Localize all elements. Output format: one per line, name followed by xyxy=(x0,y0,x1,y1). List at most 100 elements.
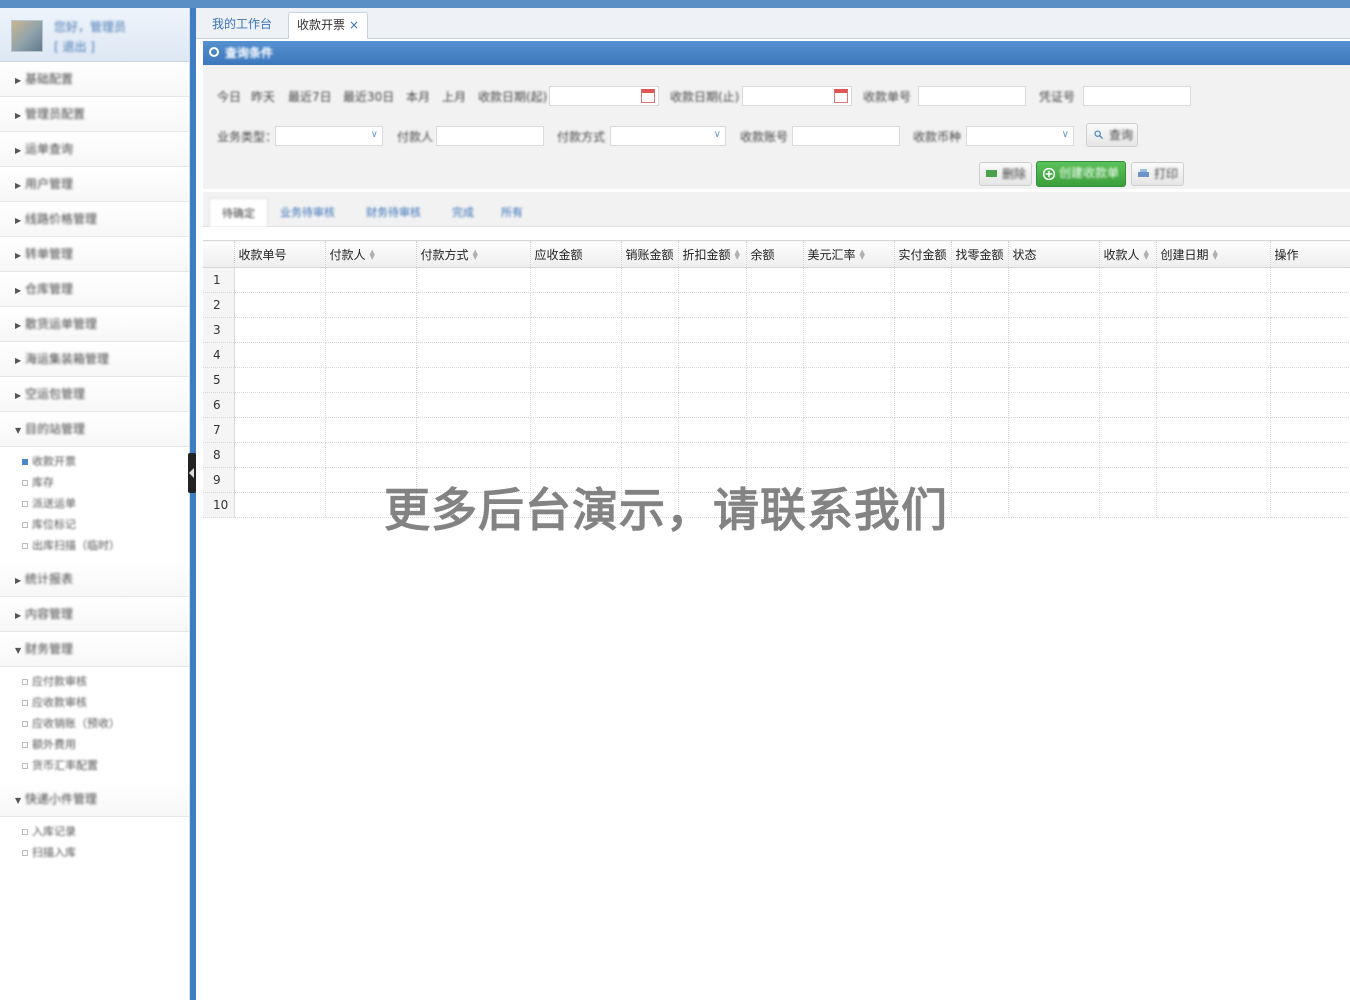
sidebar-item-4[interactable]: ▶ 线路价格管理 xyxy=(0,202,189,237)
table-cell xyxy=(803,317,895,343)
sidebar-subitem[interactable]: 出库扫描（临时） xyxy=(0,535,189,556)
payer-input[interactable] xyxy=(436,126,544,146)
table-row[interactable]: 5 xyxy=(203,367,1350,393)
sidebar-item-7[interactable]: ▶ 散货运单管理 xyxy=(0,307,189,342)
column-header[interactable]: 收款人 ▲ ▼ xyxy=(1099,240,1157,268)
tab-business-review[interactable]: 业务待审核 xyxy=(280,198,335,227)
quick-date-yesterday[interactable]: 昨天 xyxy=(251,88,275,105)
table-cell xyxy=(325,292,417,318)
table-cell xyxy=(1270,392,1350,418)
voucher-input[interactable] xyxy=(1083,86,1191,106)
delete-button[interactable]: 删除 xyxy=(979,162,1032,186)
business-type-select[interactable] xyxy=(275,126,383,146)
sort-icon[interactable]: ▲ ▼ xyxy=(473,249,478,261)
quick-date-today[interactable]: 今日 xyxy=(217,88,241,105)
column-header[interactable]: 美元汇率 ▲ ▼ xyxy=(803,240,895,268)
sidebar-subitem[interactable]: 应付款审核 xyxy=(0,671,189,692)
create-receipt-button[interactable]: 创建收款单 xyxy=(1036,161,1126,187)
print-button[interactable]: 打印 xyxy=(1131,162,1184,186)
sidebar-subitem[interactable]: 入库记录 xyxy=(0,821,189,842)
table-cell xyxy=(678,442,747,468)
quick-date-7days[interactable]: 最近7日 xyxy=(288,88,332,105)
table-row[interactable]: 6 xyxy=(203,392,1350,418)
logout-link[interactable]: [ 退出 ] xyxy=(54,38,95,55)
sidebar-item-13[interactable]: ▼ 财务管理 xyxy=(0,632,189,667)
close-icon[interactable]: × xyxy=(349,18,359,32)
row-number: 1 xyxy=(203,267,235,293)
table-cell xyxy=(746,442,804,468)
tab-workbench[interactable]: 我的工作台 xyxy=(204,12,280,39)
sort-icon[interactable]: ▲ ▼ xyxy=(370,249,375,261)
table-row[interactable]: 7 xyxy=(203,417,1350,443)
table-cell xyxy=(1270,467,1350,493)
row-number: 6 xyxy=(203,392,235,418)
tab-receipt-invoice-label: 收款开票 xyxy=(297,18,346,32)
quick-date-30days[interactable]: 最近30日 xyxy=(343,88,394,105)
sidebar-subitem[interactable]: 库存 xyxy=(0,472,189,493)
tab-finance-review[interactable]: 财务待审核 xyxy=(366,198,421,227)
sort-icon[interactable]: ▲ ▼ xyxy=(860,249,865,261)
currency-select[interactable] xyxy=(966,126,1074,146)
quick-date-last-month[interactable]: 上月 xyxy=(442,88,466,105)
column-header[interactable]: 创建日期 ▲ ▼ xyxy=(1156,240,1271,268)
sidebar-item-12[interactable]: ▶ 内容管理 xyxy=(0,597,189,632)
table-row[interactable]: 1 xyxy=(203,267,1350,293)
table-cell xyxy=(416,317,531,343)
sidebar-subitem[interactable]: 派送运单 xyxy=(0,493,189,514)
tab-completed[interactable]: 完成 xyxy=(452,198,474,227)
sidebar-item-0[interactable]: ▶ 基础配置 xyxy=(0,62,189,97)
sidebar-item-label: 散货运单管理 xyxy=(25,317,98,331)
column-header[interactable]: 折扣金额 ▲ ▼ xyxy=(678,240,747,268)
sidebar-subitem[interactable]: 应收款审核 xyxy=(0,692,189,713)
table-row[interactable]: 2 xyxy=(203,292,1350,318)
column-header[interactable]: 付款人 ▲ ▼ xyxy=(325,240,417,268)
currency-label: 收款币种 xyxy=(913,130,962,144)
sidebar-item-9[interactable]: ▶ 空运包管理 xyxy=(0,377,189,412)
bullet-icon xyxy=(22,480,28,486)
sidebar-collapse-handle[interactable] xyxy=(188,453,196,493)
sidebar-subitem[interactable]: 收款开票 xyxy=(0,451,189,472)
pay-method-label: 付款方式 xyxy=(557,130,606,144)
sidebar-subitem[interactable]: 货币汇率配置 xyxy=(0,755,189,776)
sidebar-submenu: 收款开票 库存 派送运单 库位标记 出库扫描（临时） xyxy=(0,447,189,562)
tab-all[interactable]: 所有 xyxy=(501,198,523,227)
sort-icon[interactable]: ▲ ▼ xyxy=(735,249,740,261)
receipt-no-input[interactable] xyxy=(918,86,1026,106)
sidebar-subitem-label: 应收款审核 xyxy=(32,696,87,709)
calendar-icon[interactable] xyxy=(641,89,655,103)
tab-receipt-invoice[interactable]: 收款开票 × xyxy=(288,12,369,39)
search-button[interactable]: 查询 xyxy=(1086,123,1138,147)
caret-right-icon: ▶ xyxy=(15,391,22,400)
sidebar-item-11[interactable]: ▶ 统计报表 xyxy=(0,562,189,597)
column-header[interactable]: 付款方式 ▲ ▼ xyxy=(416,240,531,268)
tab-pending[interactable]: 待确定 xyxy=(209,198,268,227)
sidebar-item-1[interactable]: ▶ 管理员配置 xyxy=(0,97,189,132)
table-row[interactable]: 3 xyxy=(203,317,1350,343)
sidebar-item-6[interactable]: ▶ 仓库管理 xyxy=(0,272,189,307)
query-panel-header[interactable]: 查询条件 xyxy=(203,41,1350,65)
sidebar-item-8[interactable]: ▶ 海运集装箱管理 xyxy=(0,342,189,377)
sidebar-item-10[interactable]: ▼ 目的站管理 xyxy=(0,412,189,447)
table-cell xyxy=(416,442,531,468)
sidebar-subitem[interactable]: 应收销账（预收） xyxy=(0,713,189,734)
table-cell xyxy=(951,292,1009,318)
table-row[interactable]: 8 xyxy=(203,442,1350,468)
sort-icon[interactable]: ▲ ▼ xyxy=(1213,249,1218,261)
sidebar-item-14[interactable]: ▼ 快递小件管理 xyxy=(0,782,189,817)
table-row[interactable]: 4 xyxy=(203,342,1350,368)
account-input[interactable] xyxy=(792,126,900,146)
table-cell xyxy=(621,267,679,293)
watermark-text: 更多后台演示，请联系我们 xyxy=(384,483,948,537)
sidebar-subitem[interactable]: 库位标记 xyxy=(0,514,189,535)
sidebar-subitem[interactable]: 扫描入库 xyxy=(0,842,189,863)
sidebar-item-5[interactable]: ▶ 转单管理 xyxy=(0,237,189,272)
sidebar-item-2[interactable]: ▶ 运单查询 xyxy=(0,132,189,167)
sidebar-item-label: 空运包管理 xyxy=(25,387,86,401)
pay-method-select[interactable] xyxy=(610,126,726,146)
calendar-icon[interactable] xyxy=(834,89,848,103)
sidebar-item-3[interactable]: ▶ 用户管理 xyxy=(0,167,189,202)
sort-icon[interactable]: ▲ ▼ xyxy=(1144,249,1149,261)
table-cell xyxy=(325,267,417,293)
quick-date-this-month[interactable]: 本月 xyxy=(406,88,430,105)
sidebar-subitem[interactable]: 额外费用 xyxy=(0,734,189,755)
